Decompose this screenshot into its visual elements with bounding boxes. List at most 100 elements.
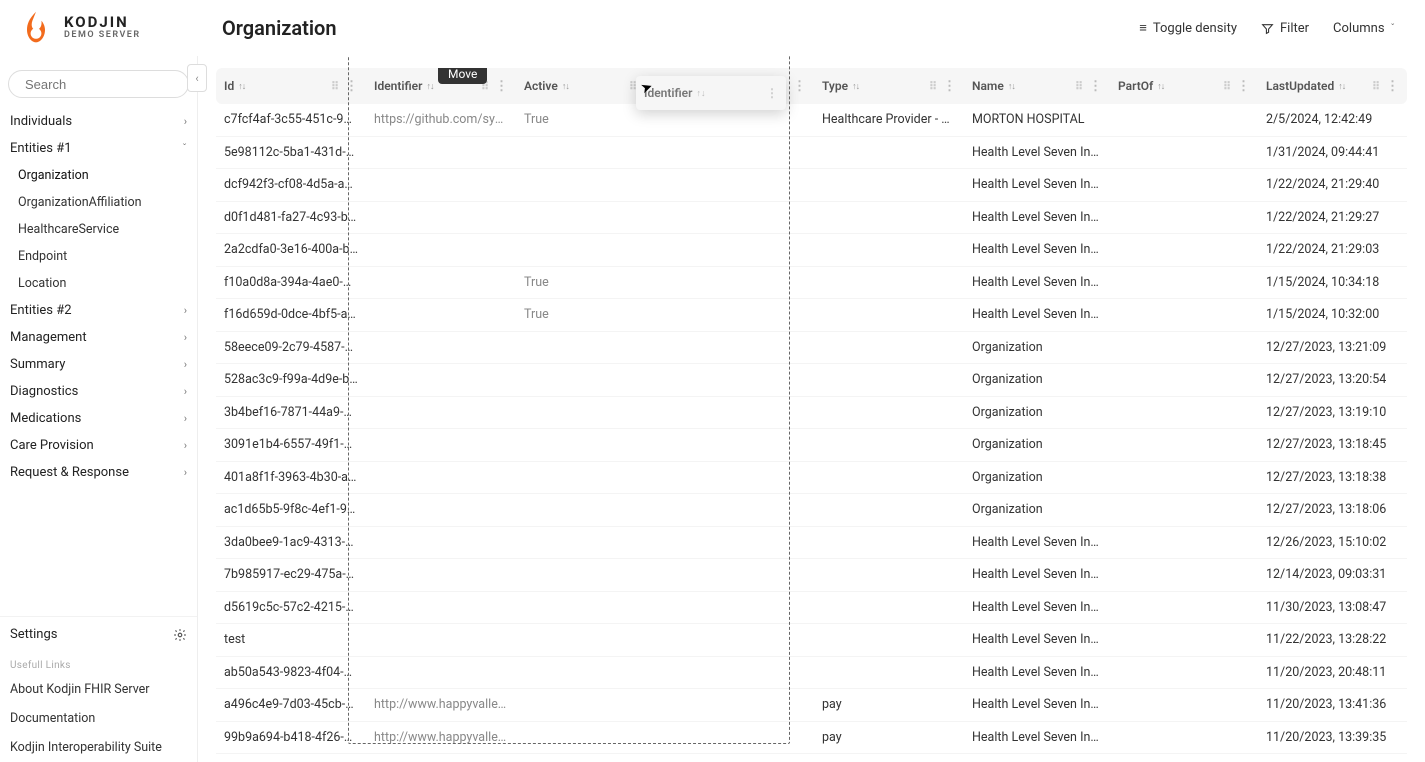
column-menu-icon[interactable]: ⋮	[1386, 84, 1399, 89]
table-cell: Health Level Seven Intern	[964, 632, 1110, 647]
sidebar-item[interactable]: Request & Response›	[0, 459, 197, 486]
table-row[interactable]: dcf942f3-cf08-4d5a-a7fc-2Health Level Se…	[216, 169, 1407, 202]
column-menu-icon[interactable]: ⋮	[943, 84, 956, 89]
table-row[interactable]: 58eece09-2c79-4587-acccOrganization12/27…	[216, 332, 1407, 365]
table-cell: 528ac3c9-f99a-4d9e-bf40	[216, 372, 366, 387]
table-cell: 3091e1b4-6557-49f1-bedc	[216, 437, 366, 452]
sidebar-item[interactable]: Entities #2›	[0, 297, 197, 324]
th-partof[interactable]: PartOf ↑↓ ⠿ ⋮	[1110, 68, 1258, 104]
th-name[interactable]: Name ↑↓ ⠿ ⋮	[964, 68, 1110, 104]
table-cell: 12/27/2023, 13:18:45	[1258, 437, 1407, 452]
chevron-right-icon: ›	[184, 331, 187, 344]
settings-label: Settings	[10, 627, 57, 642]
sidebar-subitem[interactable]: Endpoint	[0, 243, 197, 270]
useful-link[interactable]: Documentation	[0, 704, 197, 733]
table-row[interactable]: 528ac3c9-f99a-4d9e-bf40Organization12/27…	[216, 364, 1407, 397]
table-row[interactable]: 3b4bef16-7871-44a9-9d16Organization12/27…	[216, 397, 1407, 430]
dragging-column-ghost[interactable]: Identifier ↑↓ ⋮	[636, 76, 786, 110]
th-identifier-label: Identifier	[374, 79, 422, 93]
table-cell: http://www.happyvalley.co	[366, 697, 516, 712]
table-row[interactable]: 3da0bee9-1ac9-4313-aa7fHealth Level Seve…	[216, 527, 1407, 560]
table-cell: Health Level Seven Intern	[964, 697, 1110, 712]
sort-icon: ↑↓	[1008, 81, 1015, 92]
table-row[interactable]: 3091e1b4-6557-49f1-bedc Organization 12/27…	[216, 429, 1407, 462]
drag-handle-icon[interactable]: ⠿	[1372, 80, 1378, 93]
settings-button[interactable]: Settings	[0, 616, 197, 652]
drag-handle-icon[interactable]: ⠿	[331, 80, 337, 93]
column-menu-icon[interactable]: ⋮	[495, 84, 508, 89]
sidebar-item[interactable]: Entities #1ˇ	[0, 135, 197, 162]
filter-label: Filter	[1280, 21, 1309, 36]
column-menu-icon[interactable]: ⋮	[1237, 84, 1250, 89]
sidebar-subitem[interactable]: HealthcareService	[0, 216, 197, 243]
table-cell: Healthcare Provider - prov	[814, 112, 964, 127]
table-cell: 12/27/2023, 13:21:09	[1258, 340, 1407, 355]
table-row[interactable]: 5e98112c-5ba1-431d-b7cc-2Health Level Se…	[216, 137, 1407, 170]
filter-icon	[1261, 22, 1274, 35]
sidebar-item[interactable]: Management›	[0, 324, 197, 351]
useful-link[interactable]: About Kodjin FHIR Server	[0, 675, 197, 704]
table-cell: Health Level Seven Intern	[964, 730, 1110, 745]
drag-handle-icon[interactable]: ⠿	[1223, 80, 1229, 93]
column-menu-icon[interactable]: ⋮	[1089, 84, 1102, 89]
th-name-label: Name	[972, 79, 1004, 93]
table-cell: 11/20/2023, 13:39:35	[1258, 730, 1407, 745]
table-cell: Health Level Seven Intern	[964, 600, 1110, 615]
table-row[interactable]: f10a0d8a-394a-4ae0-b04TrueHealth Level S…	[216, 267, 1407, 300]
table-cell: 3b4bef16-7871-44a9-9d16	[216, 405, 366, 420]
sidebar-item-label: Individuals	[10, 114, 72, 129]
table-cell: 99b9a694-b418-4f26-a012	[216, 730, 366, 745]
th-type[interactable]: Type ↑↓ ⠿ ⋮	[814, 68, 964, 104]
th-id[interactable]: Id ↑↓ ⠿ ⋮	[216, 68, 366, 104]
table-row[interactable]: a496c4e9-7d03-45cb-b84http://www.happyva…	[216, 689, 1407, 722]
sidebar-subitem[interactable]: OrganizationAffiliation	[0, 189, 197, 216]
table-cell: 12/14/2023, 09:03:31	[1258, 567, 1407, 582]
table-row[interactable]: 99b9a694-b418-4f26-a012http://www.happyv…	[216, 722, 1407, 755]
table-cell: Organization	[964, 437, 1110, 452]
table-row[interactable]: ac1d65b5-9f8c-4ef1-9164-Organization12/2…	[216, 494, 1407, 527]
columns-button[interactable]: Columns ˇ	[1321, 15, 1407, 42]
table-row[interactable]: d0f1d481-fa27-4c93-b07bHealth Level Seve…	[216, 202, 1407, 235]
filter-button[interactable]: Filter	[1249, 15, 1321, 42]
table-cell: test	[216, 632, 366, 647]
table-cell: 5e98112c-5ba1-431d-b7cc-2	[216, 145, 366, 160]
search-box[interactable]	[8, 70, 189, 98]
useful-links-header: Usefull Links	[0, 652, 197, 675]
sidebar-item[interactable]: Individuals›	[0, 108, 197, 135]
th-lastupdated[interactable]: LastUpdated ↑↓ ⠿ ⋮	[1258, 68, 1407, 104]
sidebar-item-label: Request & Response	[10, 465, 129, 480]
table-cell: Health Level Seven Intern	[964, 307, 1110, 322]
useful-link[interactable]: Kodjin Interoperability Suite	[0, 733, 197, 762]
drag-handle-icon[interactable]: ⠿	[629, 80, 635, 93]
sidebar-subitem[interactable]: Organization	[0, 162, 197, 189]
sidebar-item[interactable]: Summary›	[0, 351, 197, 378]
table-row[interactable]: ab50a543-9823-4f04-a35Health Level Seven…	[216, 657, 1407, 690]
table-row[interactable]: d5619c5c-57c2-4215-8afc-cHealth Level Se…	[216, 592, 1407, 625]
columns-label: Columns	[1333, 21, 1385, 36]
table-cell: 11/20/2023, 13:41:36	[1258, 697, 1407, 712]
table-row[interactable]: f16d659d-0dce-4bf5-ab6eTrueHealth Level …	[216, 299, 1407, 332]
column-menu-icon[interactable]: ⋮	[345, 84, 358, 89]
sort-icon: ↑↓	[1157, 81, 1164, 92]
table-row[interactable]: testHealth Level Seven Intern11/22/2023,…	[216, 624, 1407, 657]
chevron-down-icon: ˇ	[182, 142, 187, 155]
table-row[interactable]: 2a2cdfa0-3e16-400a-b15bHealth Level Seve…	[216, 234, 1407, 267]
chevron-down-icon: ˇ	[1391, 23, 1395, 34]
logo[interactable]: KODJIN DEMO SERVER	[18, 10, 218, 46]
table-cell: c7fcf4af-3c55-451c-9942-f	[216, 112, 366, 127]
drag-handle-icon[interactable]: ⠿	[929, 80, 935, 93]
table-cell: 1/15/2024, 10:32:00	[1258, 307, 1407, 322]
sidebar-subitem[interactable]: Location	[0, 270, 197, 297]
table-cell: 12/27/2023, 13:19:10	[1258, 405, 1407, 420]
sidebar-item[interactable]: Care Provision›	[0, 432, 197, 459]
table-row[interactable]: c7fcf4af-3c55-451c-9942-fhttps://github.…	[216, 104, 1407, 137]
table-cell: 11/30/2023, 13:08:47	[1258, 600, 1407, 615]
drag-handle-icon[interactable]: ⠿	[1075, 80, 1081, 93]
toggle-density-button[interactable]: ≡ Toggle density	[1127, 14, 1249, 42]
table-row[interactable]: 401a8f1f-3963-4b30-aef5-cOrganization12/…	[216, 462, 1407, 495]
sidebar-item[interactable]: Diagnostics›	[0, 378, 197, 405]
column-menu-icon[interactable]: ⋮	[793, 84, 806, 89]
sidebar-item[interactable]: Medications›	[0, 405, 197, 432]
search-input[interactable]	[25, 77, 201, 92]
table-row[interactable]: 7b985917-ec29-475a-8a10Health Level Seve…	[216, 559, 1407, 592]
